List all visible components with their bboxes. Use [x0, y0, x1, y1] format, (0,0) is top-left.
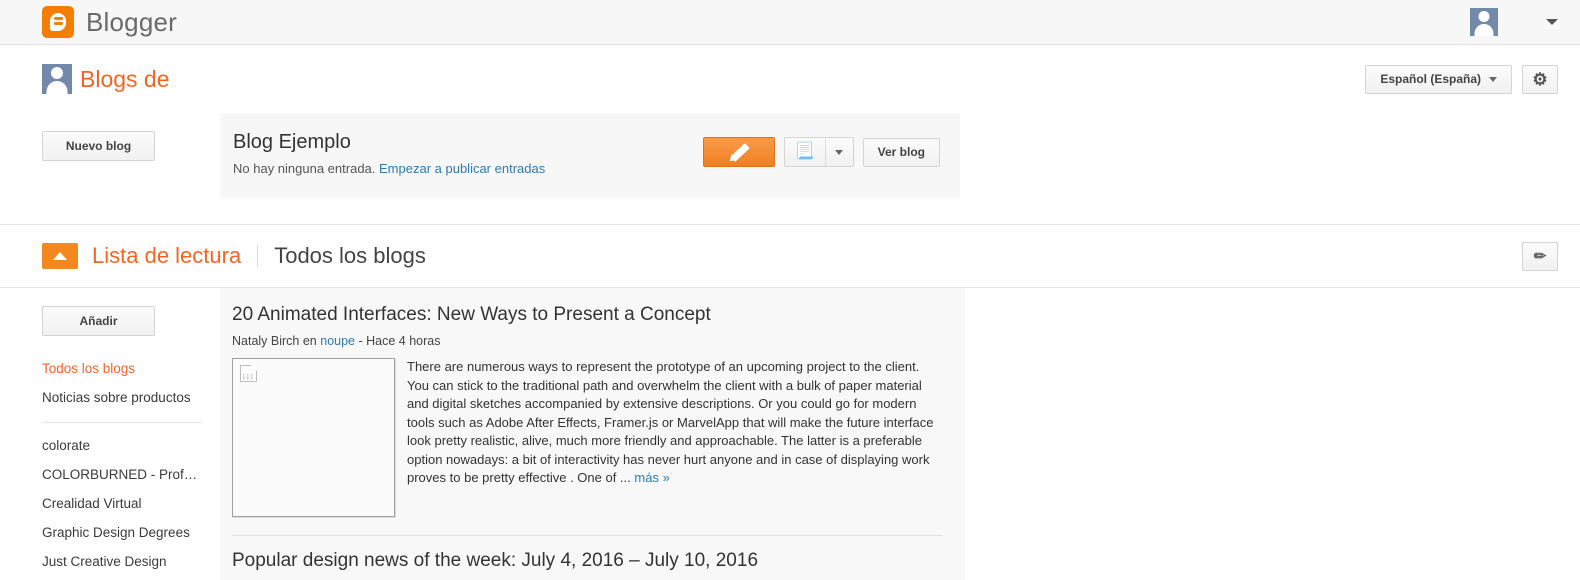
top-bar-right — [1470, 8, 1558, 36]
blogger-logo-icon — [42, 6, 74, 38]
post-title[interactable]: 20 Animated Interfaces: New Ways to Pres… — [232, 304, 943, 326]
triangle-up-icon — [53, 252, 67, 260]
gear-icon: ⚙ — [1532, 69, 1548, 89]
account-row-actions: Español (España) ⚙ — [1365, 64, 1558, 94]
blog-section: Nuevo blog Blog Ejemplo No hay ninguna e… — [0, 113, 1580, 225]
sidebar-item-all-blogs[interactable]: Todos los blogs — [42, 354, 200, 383]
chevron-down-icon — [835, 149, 844, 155]
language-selector[interactable]: Español (España) — [1365, 64, 1512, 94]
blog-section-sidebar: Nuevo blog — [0, 113, 220, 198]
page-title: Blogs de — [80, 65, 170, 92]
post-excerpt: There are numerous ways to represent the… — [407, 358, 943, 488]
reading-list-toggle[interactable] — [42, 243, 78, 269]
reading-list-feed: 20 Animated Interfaces: New Ways to Pres… — [220, 288, 965, 580]
blog-empty-state: No hay ninguna entrada. Empezar a public… — [233, 161, 703, 176]
sidebar-item-blog[interactable]: Graphic Design Degrees — [42, 518, 200, 547]
reading-list-body: Añadir Todos los blogs Noticias sobre pr… — [0, 288, 1580, 580]
broken-image-icon — [240, 365, 257, 382]
settings-button[interactable]: ⚙ — [1522, 64, 1558, 94]
pencil-icon: ✏ — [1533, 247, 1547, 265]
blog-card: Blog Ejemplo No hay ninguna entrada. Emp… — [220, 113, 960, 198]
new-blog-button-label: Nuevo blog — [65, 139, 132, 153]
view-blog-button-label: Ver blog — [877, 145, 925, 159]
user-avatar-icon — [42, 64, 72, 94]
post-more-link[interactable]: más » — [634, 470, 669, 485]
post-author: Nataly Birch en — [232, 334, 317, 348]
reading-list-title: Lista de lectura — [92, 243, 242, 268]
posts-split-button: 📃 — [783, 137, 854, 167]
start-publishing-link[interactable]: Empezar a publicar entradas — [379, 161, 545, 176]
brand-name: Blogger — [86, 6, 178, 37]
blog-empty-text: No hay ninguna entrada. — [233, 161, 376, 176]
edit-reading-list-button[interactable]: ✏ — [1522, 241, 1558, 271]
add-blog-button-label: Añadir — [79, 314, 118, 328]
view-blog-button[interactable]: Ver blog — [862, 137, 940, 167]
post-time: - Hace 4 horas — [358, 334, 441, 348]
reading-list-scope: Todos los blogs — [274, 243, 426, 268]
feed-post: 20 Animated Interfaces: New Ways to Pres… — [232, 304, 943, 529]
chevron-down-icon — [1489, 76, 1497, 82]
post-byline: Nataly Birch en noupe - Hace 4 horas — [232, 334, 943, 348]
post-body: There are numerous ways to represent the… — [232, 358, 943, 517]
language-selector-label: Español (España) — [1380, 72, 1481, 86]
reading-list-header: Lista de lectura Todos los blogs ✏ — [0, 225, 1580, 288]
account-identity: Blogs de — [42, 64, 170, 94]
document-list-icon: 📃 — [794, 143, 815, 160]
top-bar: Blogger — [0, 0, 1580, 45]
pencil-icon — [728, 141, 750, 163]
user-avatar-icon[interactable] — [1470, 8, 1498, 36]
sidebar-item-blog[interactable]: Crealidad Virtual — [42, 489, 200, 518]
new-post-button[interactable] — [702, 137, 775, 167]
chevron-down-icon[interactable] — [1546, 19, 1558, 25]
sidebar-item-blog[interactable]: COLORBURNED - Profe... — [42, 460, 200, 489]
posts-dropdown-button[interactable] — [824, 138, 853, 166]
feed-divider — [232, 535, 943, 536]
posts-list-button[interactable]: 📃 — [785, 138, 825, 166]
add-blog-button[interactable]: Añadir — [42, 306, 155, 336]
post-thumbnail — [232, 358, 395, 517]
post-title[interactable]: Popular design news of the week: July 4,… — [232, 550, 943, 572]
post-blog-link[interactable]: noupe — [320, 334, 355, 348]
sidebar-divider — [42, 422, 202, 423]
sidebar-item-product-news[interactable]: Noticias sobre productos — [42, 383, 200, 412]
divider — [257, 245, 259, 267]
brand[interactable]: Blogger — [42, 6, 177, 38]
post-excerpt-text: There are numerous ways to represent the… — [407, 359, 934, 485]
blog-card-info: Blog Ejemplo No hay ninguna entrada. Emp… — [232, 131, 703, 176]
blog-title: Blog Ejemplo — [233, 131, 351, 153]
reading-list-sidebar: Añadir Todos los blogs Noticias sobre pr… — [0, 288, 220, 580]
reading-list-header-actions: ✏ — [1522, 241, 1558, 271]
sidebar-item-blog[interactable]: colorate — [42, 431, 200, 460]
account-row: Blogs de Español (España) ⚙ — [0, 45, 1580, 113]
new-blog-button[interactable]: Nuevo blog — [42, 131, 155, 161]
blog-card-actions: 📃 Ver blog — [702, 131, 940, 167]
sidebar-item-blog[interactable]: Just Creative Design — [42, 547, 200, 576]
feed-post: Popular design news of the week: July 4,… — [232, 550, 943, 580]
